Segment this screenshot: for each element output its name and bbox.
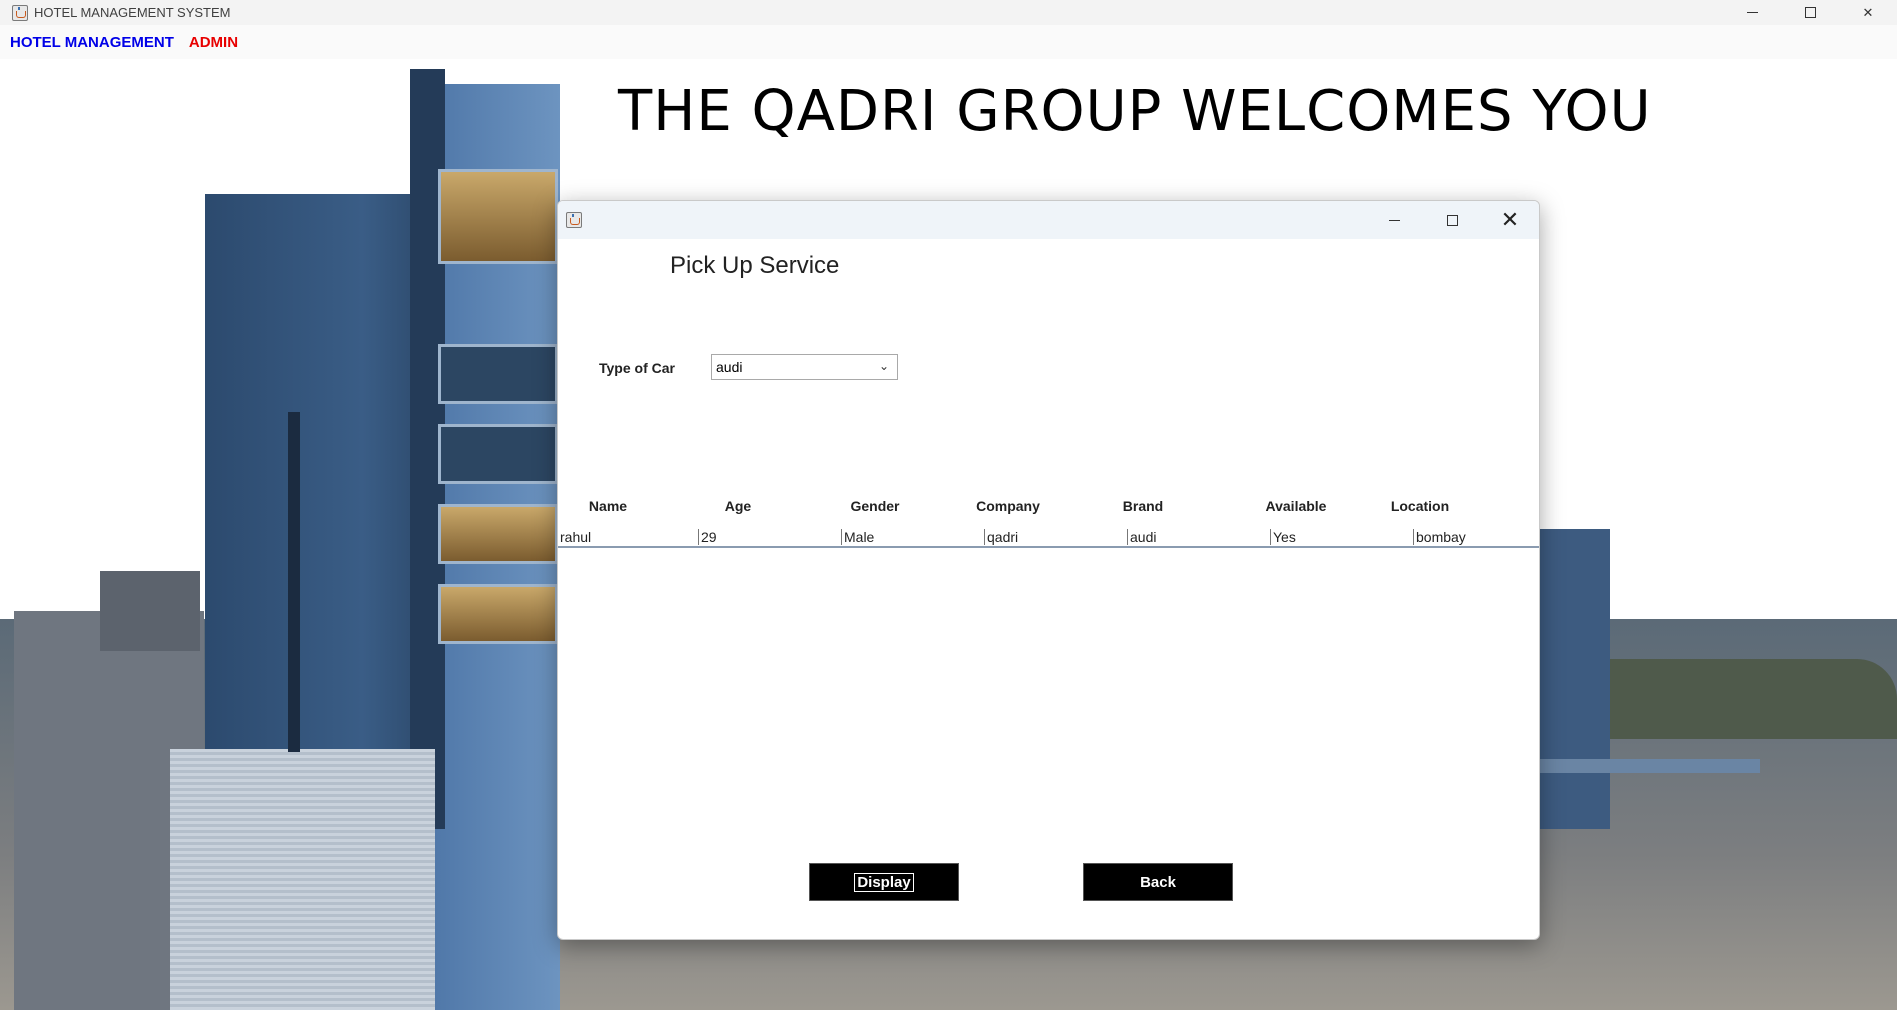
column-header-name: Name [588,498,628,514]
lit-window [438,584,558,644]
dialog-minimize-button[interactable] [1365,201,1423,239]
car-type-selected-value: audi [716,359,743,375]
cell-company: qadri [984,529,1126,545]
cell-brand: audi [1127,529,1269,545]
background-building-top [100,571,200,651]
window-strip [288,412,300,752]
column-header-age: Age [724,498,752,514]
cell-location: bombay [1413,529,1539,545]
dialog-heading: Pick Up Service [670,252,840,279]
close-icon: ✕ [1500,207,1520,232]
window [438,424,558,484]
pickup-service-dialog: ✕ Pick Up Service Type of Car audi ⌄ Nam… [557,200,1540,940]
dialog-window-controls: ✕ [1365,201,1539,239]
column-header-location: Location [1390,498,1450,514]
window-title: HOTEL MANAGEMENT SYSTEM [34,5,231,20]
column-header-available: Available [1265,498,1327,514]
back-button-label: Back [1140,873,1176,891]
welcome-headline: THE QADRI GROUP WELCOMES YOU [618,79,1652,144]
java-app-icon [566,212,582,228]
car-type-select[interactable]: audi ⌄ [711,354,898,380]
dialog-close-button[interactable]: ✕ [1481,201,1539,239]
car-type-label: Type of Car [599,360,675,376]
table-header: Name Age Gender Company Brand Available … [558,498,1539,522]
chevron-down-icon: ⌄ [878,359,889,373]
lit-window [438,504,558,564]
minimize-button[interactable] [1723,0,1781,25]
maximize-button[interactable] [1781,0,1839,25]
dialog-maximize-button[interactable] [1423,201,1481,239]
display-button[interactable]: Display [809,863,959,901]
column-header-company: Company [976,498,1040,514]
cell-name: rahul [560,529,592,545]
minimize-icon [1388,219,1400,221]
column-header-gender: Gender [850,498,900,514]
maximize-icon [1446,214,1458,226]
java-app-icon [12,4,28,21]
menu-bar: HOTEL MANAGEMENT ADMIN [0,25,1897,59]
entrance-canopy [1540,759,1760,773]
window [438,344,558,404]
display-button-label: Display [854,872,914,892]
back-button[interactable]: Back [1083,863,1233,901]
menu-admin[interactable]: ADMIN [189,34,238,51]
cell-gender: Male [841,529,983,545]
lit-window [438,169,558,264]
close-button[interactable]: ✕ [1839,0,1897,25]
minimize-icon [1746,12,1758,13]
main-title-bar: HOTEL MANAGEMENT SYSTEM ✕ [0,0,1897,25]
cell-available: Yes [1270,529,1412,545]
dialog-title-bar: ✕ [558,201,1539,239]
column-header-brand: Brand [1122,498,1164,514]
window-controls: ✕ [1723,0,1897,25]
hotel-lower-facade [170,749,435,1010]
menu-hotel-management[interactable]: HOTEL MANAGEMENT [10,34,174,51]
cell-age: 29 [698,529,840,545]
maximize-icon [1804,7,1816,18]
close-icon: ✕ [1862,4,1874,20]
table-row[interactable]: rahul 29 Male qadri audi Yes bombay [558,526,1539,548]
